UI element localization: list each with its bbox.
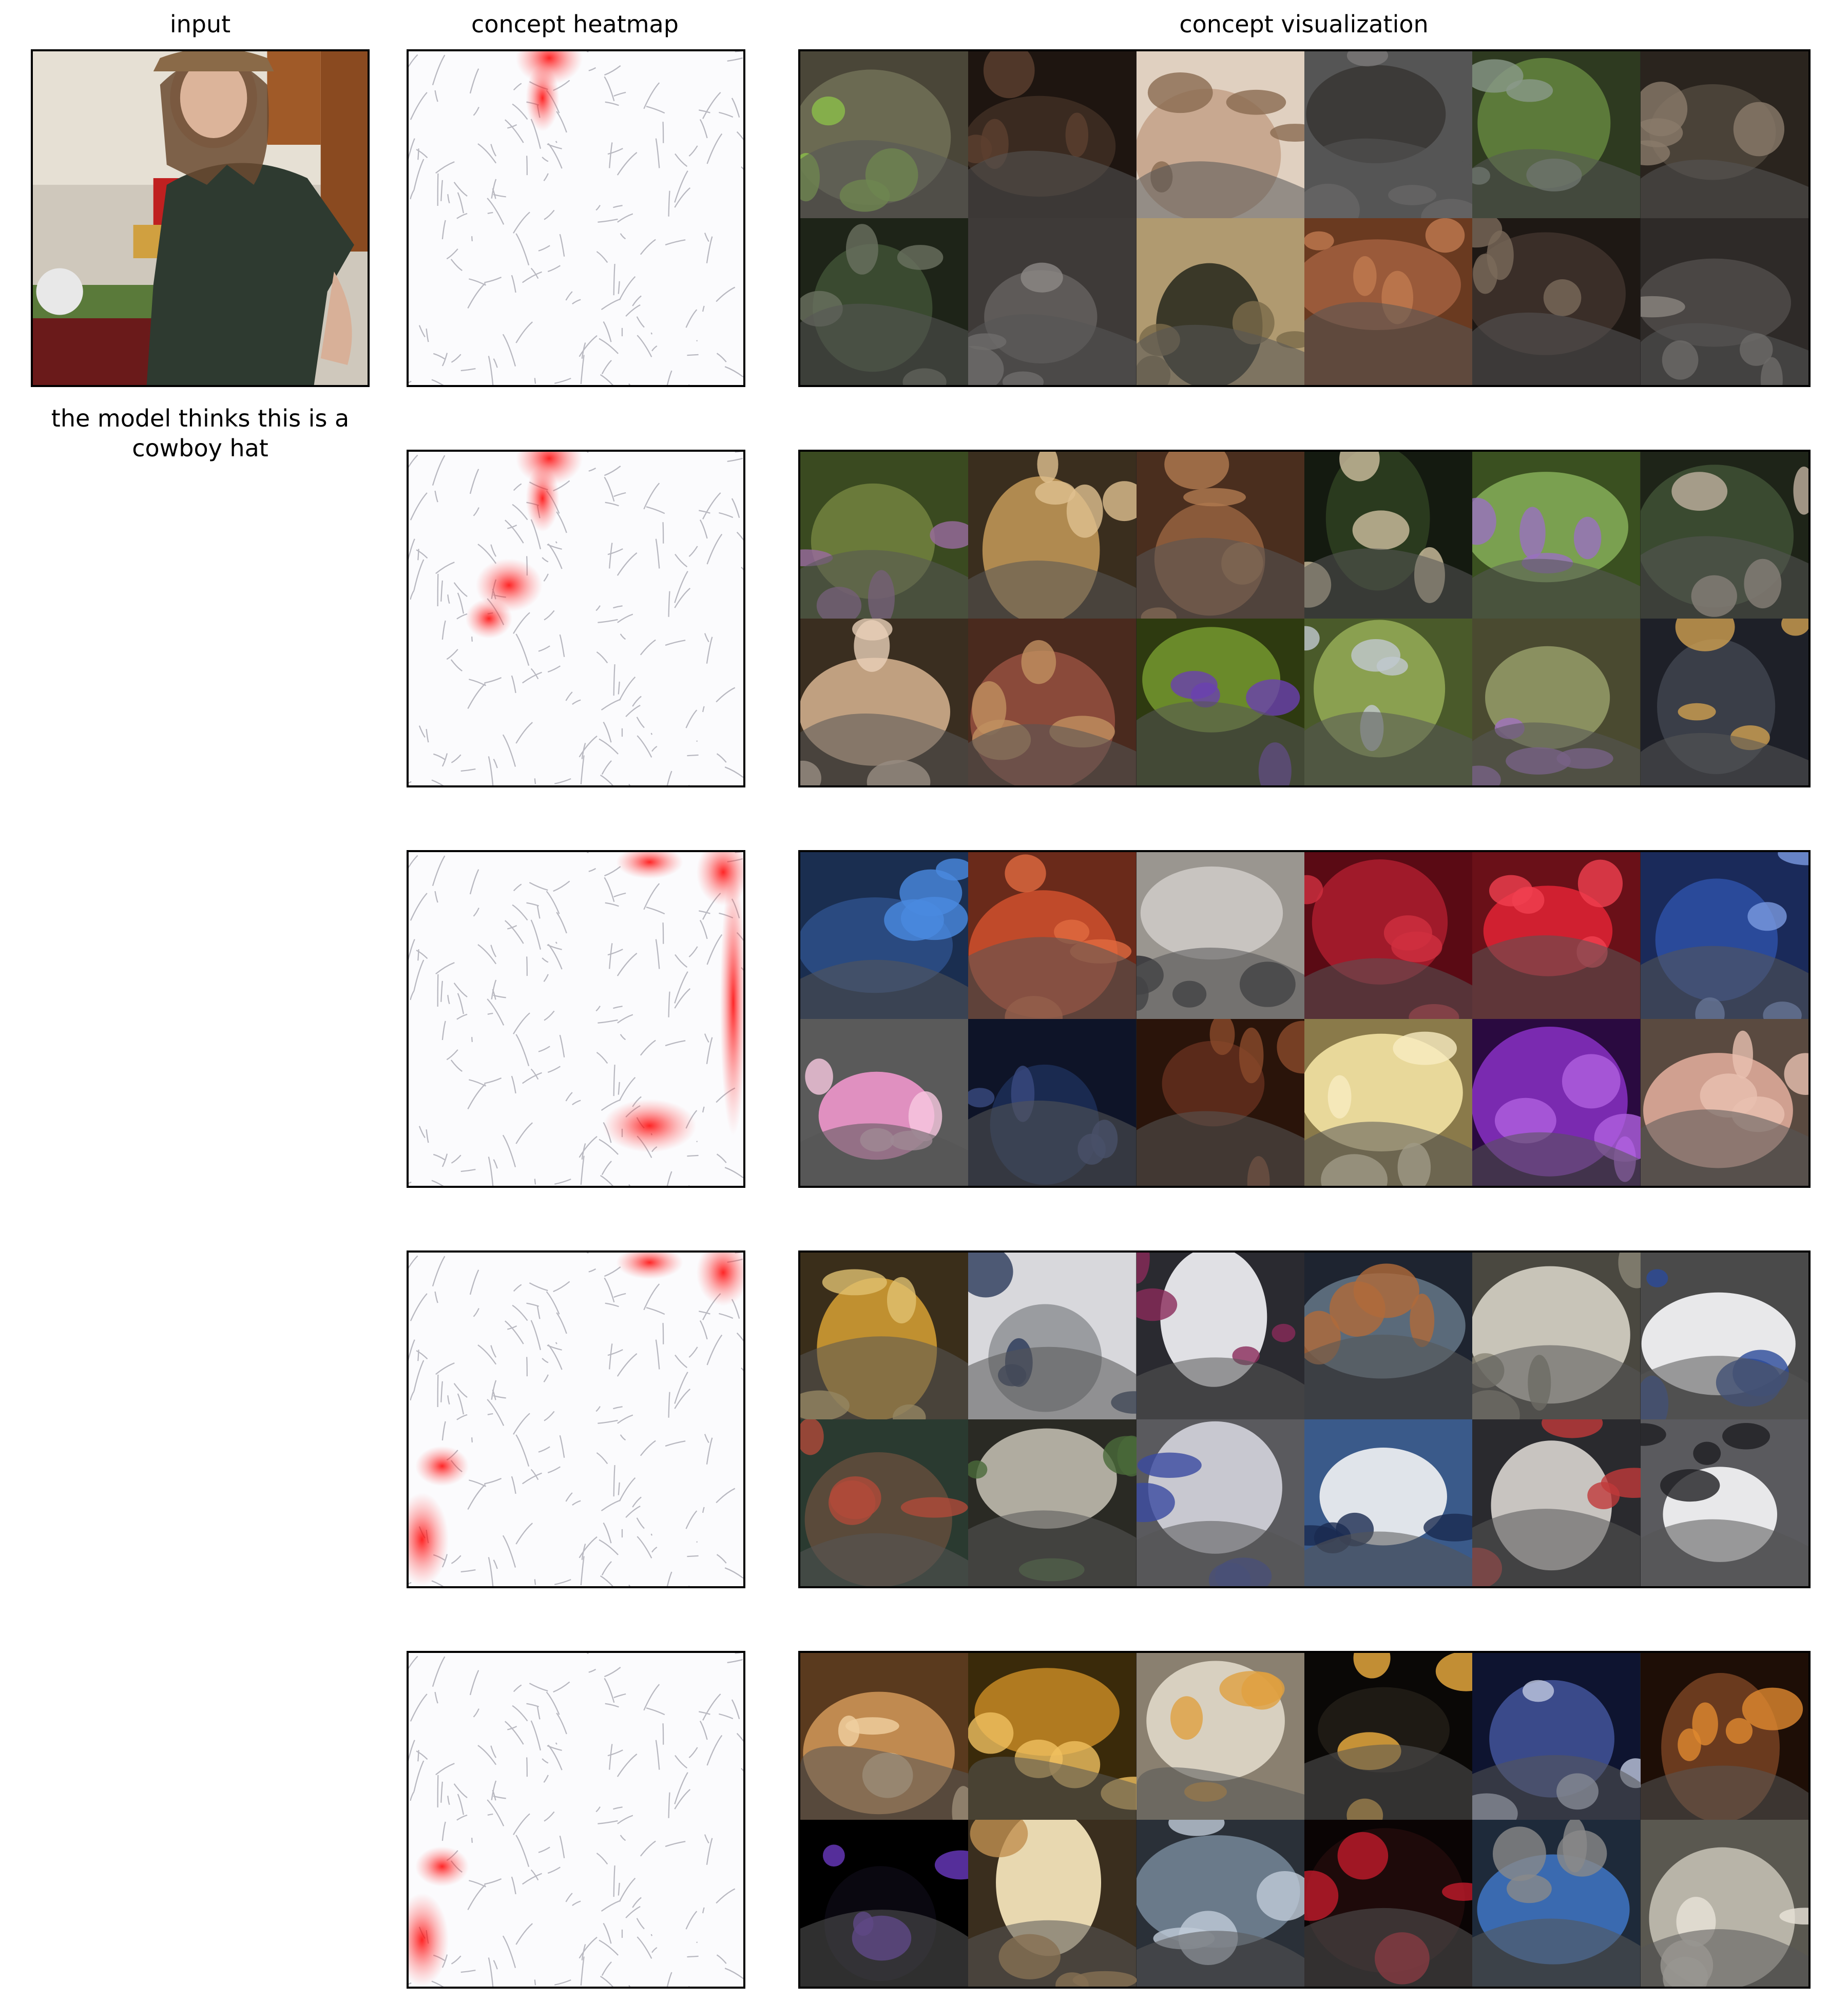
- concept-tile-elephant: [968, 218, 1137, 385]
- prediction-caption: the model thinks this is a cowboy hat: [51, 405, 350, 462]
- concept-tile-new-balance: [1136, 1253, 1304, 1419]
- concept-tile-artichoke-sky: [1304, 619, 1473, 785]
- concept-tile-totem: [800, 1419, 969, 1586]
- concept-tile-honeycomb-light: [1136, 1653, 1304, 1820]
- input-column-title: input: [169, 10, 231, 38]
- concept-tile-artichoke-bloom: [1136, 619, 1304, 785]
- heat-blob-bottom-left: [415, 1446, 469, 1486]
- concept-tile-yellow-knit: [1304, 1019, 1473, 1186]
- heat-blob-top-center: [526, 65, 560, 131]
- concept-tile-fence-sky: [1472, 1653, 1641, 1820]
- concept-tile-artichoke-purple: [1472, 452, 1641, 619]
- concept-tile-mushroom-dark: [1640, 452, 1808, 619]
- concept-tile-elephants: [1304, 218, 1473, 385]
- concept-tile-red-sweatshirt: [1304, 852, 1473, 1019]
- concept-heatmap-3: [407, 850, 745, 1188]
- input-photo-illustration: [33, 51, 368, 385]
- concept-tile-artichoke: [800, 452, 969, 619]
- concept-tile-ship: [1304, 1253, 1473, 1419]
- concept-tile-running-shoe: [1640, 1419, 1808, 1586]
- visualization-column-title: concept visualization: [1179, 10, 1429, 38]
- concept-tile-buffalo-in-water: [800, 218, 969, 385]
- concept-tile-buffalo: [800, 51, 969, 218]
- concept-visualization-grid-2: [798, 450, 1811, 787]
- input-image: [31, 49, 370, 387]
- heat-blob-center-diagonal: [603, 1099, 697, 1152]
- concept-tile-plaid-shirt: [1136, 1019, 1304, 1186]
- concept-tile-honeycomb: [800, 1653, 969, 1820]
- concept-tile-red-shirt: [1472, 852, 1641, 1019]
- concept-heatmap-2: [407, 450, 745, 787]
- concept-tile-orange-knit: [968, 852, 1137, 1019]
- concept-tile-navy-cardigan: [968, 1019, 1137, 1186]
- concept-tile-honeycomb-grid: [968, 1820, 1137, 1987]
- concept-tile-purple-figure: [1472, 1019, 1641, 1186]
- concept-visualization-grid-3: [798, 850, 1811, 1188]
- concept-tile-dark-purple: [800, 1820, 969, 1987]
- concept-tile-pink-pajamas: [800, 1019, 969, 1186]
- concept-tile-buffalo-grass: [1472, 51, 1641, 218]
- heat-blob-top-center: [526, 465, 560, 532]
- concept-tile-horns-fur: [1472, 218, 1641, 385]
- concept-tile-cut-figs: [968, 619, 1137, 785]
- concept-tile-face-skin: [1640, 1019, 1808, 1186]
- concept-visualization-grid-4: [798, 1250, 1811, 1588]
- concept-heatmap-1: [407, 49, 745, 387]
- heat-blob-left-middle: [465, 599, 513, 639]
- concept-tile-cardigan: [1136, 852, 1304, 1019]
- concept-tile-mountain-sky: [1472, 1820, 1641, 1987]
- concept-tile-cattle-herd: [1640, 51, 1808, 218]
- concept-tile-buffalo-face: [968, 51, 1137, 218]
- concept-tile-cowboys: [1136, 218, 1304, 385]
- concept-tile-insect: [1640, 619, 1808, 785]
- concept-visualization-grid-5: [798, 1651, 1811, 1989]
- concept-tile-figs: [1136, 452, 1304, 619]
- concept-tile-golden-glow: [968, 1653, 1137, 1820]
- concept-tile-red-night: [1304, 1820, 1473, 1987]
- concept-tile-tile-floor: [1640, 1820, 1808, 1987]
- concept-tile-ram: [1640, 218, 1808, 385]
- concept-tile-blue-dress: [800, 852, 969, 1019]
- concept-tile-adidas: [1640, 1253, 1808, 1419]
- concept-tile-artichoke-violet: [1472, 619, 1641, 785]
- concept-tile-mushrooms: [968, 452, 1137, 619]
- concept-tile-totem-face: [1472, 1419, 1641, 1586]
- concept-tile-gold-shoe: [800, 1253, 969, 1419]
- concept-tile-night-light: [1304, 1653, 1473, 1820]
- concept-tile-mountain-lake: [1136, 1820, 1304, 1987]
- concept-tile-white-sneakers: [1472, 1253, 1641, 1419]
- concept-tile-blue-outfit: [1640, 852, 1808, 1019]
- concept-tile-shuttle: [1304, 1419, 1473, 1586]
- concept-tile-birdhouse: [968, 1419, 1137, 1586]
- concept-heatmap-4: [407, 1250, 745, 1588]
- concept-visualization-grid-1: [798, 49, 1811, 387]
- heatmap-column-title: concept heatmap: [471, 10, 679, 38]
- concept-tile-water-buffalo: [1304, 51, 1473, 218]
- concept-tile-mushroom-group: [800, 619, 969, 785]
- concept-tile-sneaker: [968, 1253, 1137, 1419]
- concept-tile-woman-in-hat: [1136, 51, 1304, 218]
- concept-tile-mushrooms-field: [1304, 452, 1473, 619]
- concept-tile-shoe-top: [1136, 1419, 1304, 1586]
- concept-tile-fire-cave: [1640, 1653, 1808, 1820]
- concept-heatmap-5: [407, 1651, 745, 1989]
- heat-blob-bottom-left: [415, 1846, 469, 1886]
